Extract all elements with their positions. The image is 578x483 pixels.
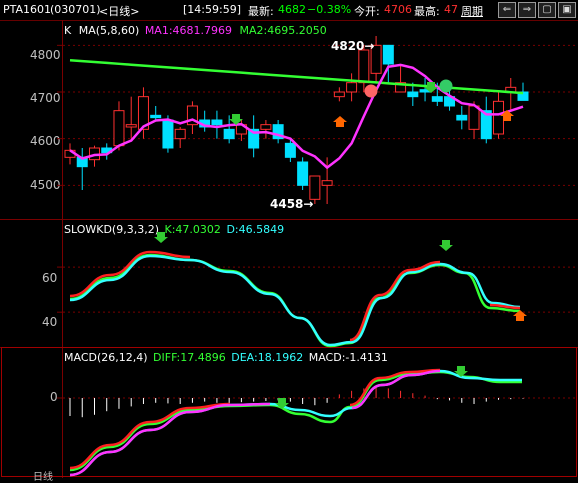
sell-arrow-icon <box>154 232 168 243</box>
candle <box>223 128 235 140</box>
candle <box>211 119 223 126</box>
candle <box>493 100 505 135</box>
sell-arrow-icon <box>439 240 453 251</box>
candle <box>309 175 321 200</box>
frown-face-icon <box>439 79 453 93</box>
ma2-line <box>69 59 524 95</box>
candle <box>346 82 358 93</box>
candle <box>162 119 174 149</box>
candle <box>297 161 309 186</box>
chart-canvas[interactable] <box>0 0 578 478</box>
candle <box>407 91 419 98</box>
arrow-right-icon: → <box>364 39 375 53</box>
high-annotation: 4820→ <box>331 39 374 53</box>
candle <box>321 180 333 186</box>
candle <box>125 124 137 128</box>
low-annotation: 4458→ <box>270 197 313 211</box>
arrow-right-icon: → <box>303 197 314 211</box>
candle <box>456 114 468 121</box>
ma1-line <box>69 63 524 170</box>
candle <box>468 105 480 130</box>
candle <box>260 124 272 130</box>
candle <box>174 128 186 140</box>
candle <box>113 110 125 147</box>
high-annotation-value: 4820 <box>331 39 365 53</box>
smile-face-icon <box>364 84 378 98</box>
candle <box>382 44 394 65</box>
candle <box>333 91 345 98</box>
buy-arrow-icon <box>333 116 347 127</box>
candle <box>284 142 296 158</box>
candle <box>358 49 370 84</box>
macd-dea-line <box>69 369 522 477</box>
low-annotation-value: 4458 <box>270 197 304 211</box>
candle <box>150 114 162 119</box>
macd-green-line <box>69 370 522 472</box>
candle <box>431 96 443 102</box>
